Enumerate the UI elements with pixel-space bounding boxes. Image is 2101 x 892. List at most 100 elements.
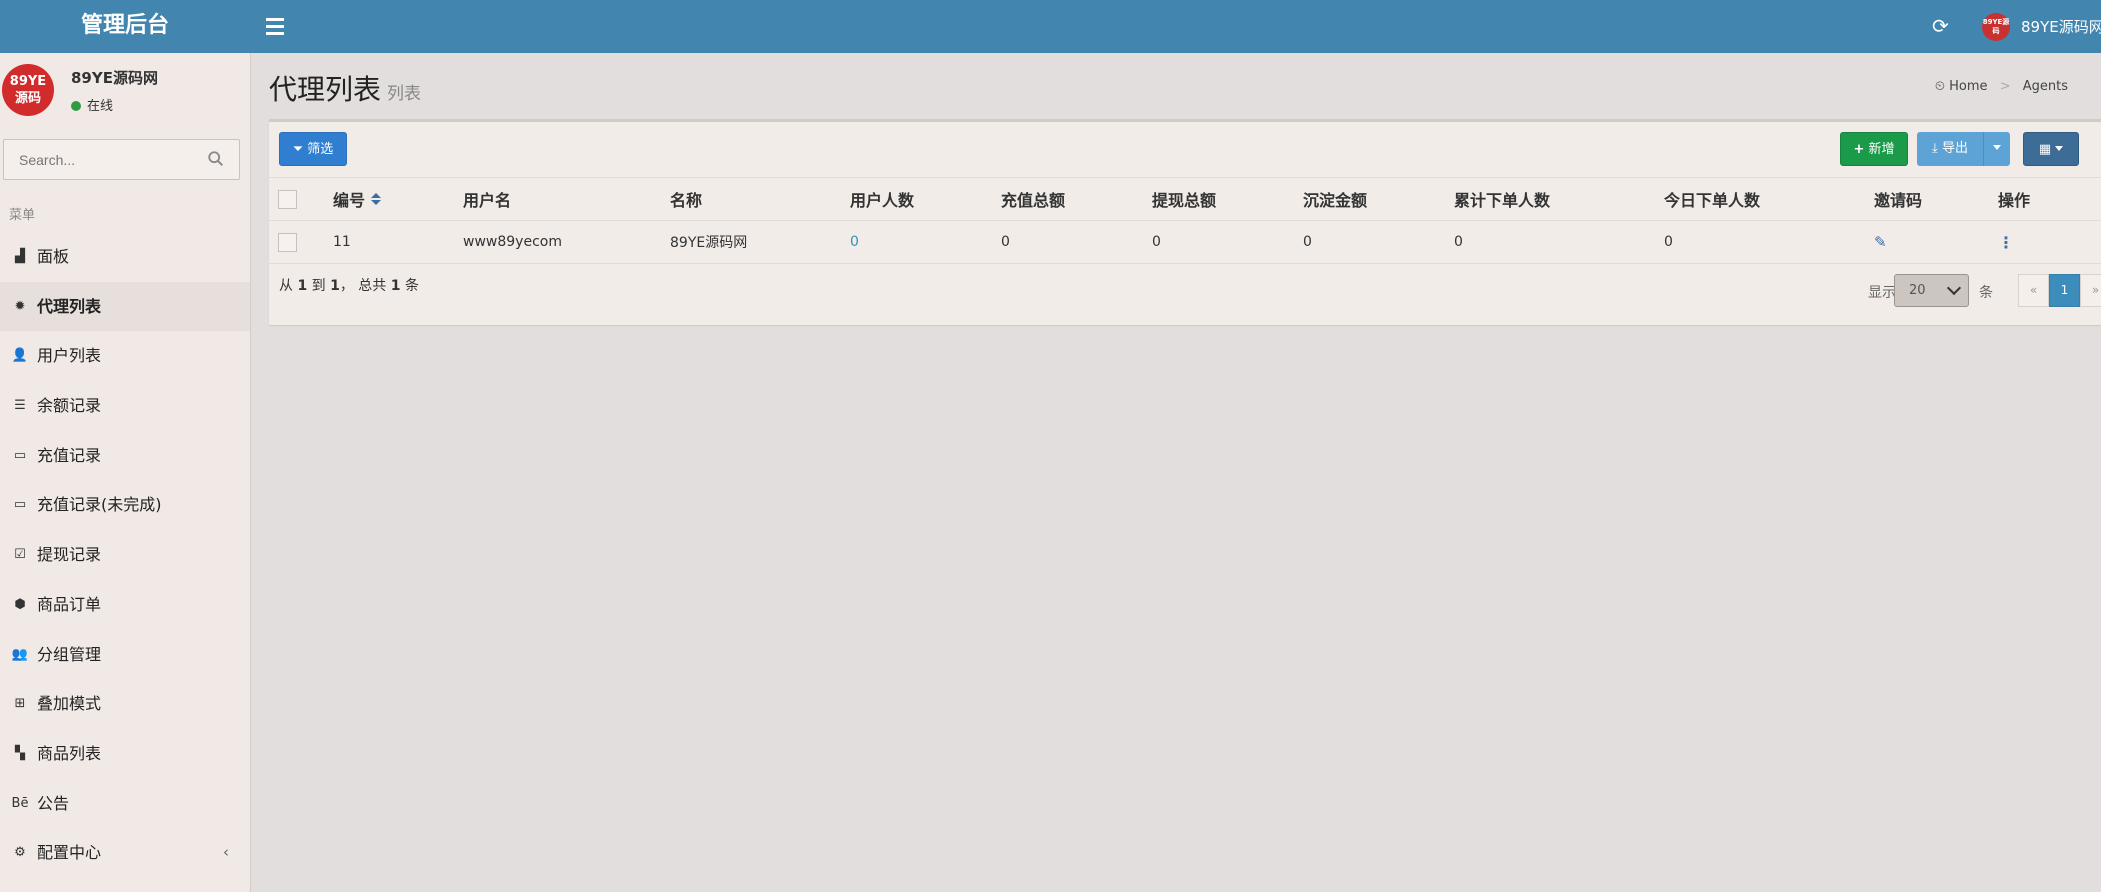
sidebar-search [3,139,240,180]
cell-user-count: 0 [850,220,1001,264]
column-header-id[interactable]: 编号 [333,177,463,221]
column-header-actions: 操作 [1998,177,2101,221]
sidebar-item-label: 用户列表 [37,346,102,366]
cell-actions: ⋮ [1998,220,2101,264]
users-icon: 👥 [11,646,29,662]
caret-down-icon [2055,146,2064,151]
column-header-withdraw-total: 提现总额 [1152,177,1303,221]
filter-icon: ⏷ [292,142,304,157]
sidebar-item-6[interactable]: ☑ 提现记录 [0,530,250,580]
sidebar-item-10[interactable]: ▚ 商品列表 [0,729,250,779]
sidebar-item-11[interactable]: Bē 公告 [0,779,250,829]
select-all-cell [269,177,333,221]
chevron-left-icon[interactable]: ‹ [223,828,229,877]
sidebar-item-5[interactable]: ▭ 充值记录(未完成) [0,480,250,530]
row-select-cell [269,220,333,264]
sort-icon[interactable] [371,193,382,205]
table-icon: ▦ [2038,142,2052,157]
column-header-username: 用户名 [463,177,670,221]
sidebar-item-1[interactable]: ✹ 代理列表 [0,281,250,332]
battery-empty-icon: ▭ [13,497,27,513]
pencil-icon[interactable]: ✎ [1874,233,1887,251]
gear-icon: ✹ [14,298,26,314]
brand-logo[interactable]: 管理后台 [0,0,250,53]
export-dropdown-toggle[interactable] [1983,132,2010,166]
more-vertical-icon[interactable]: ⋮ [1998,233,2014,252]
page-title: 代理列表 列表 [269,73,422,106]
column-header-deposit-amount: 沉淀金额 [1303,177,1454,221]
sidebar-item-0[interactable]: ▟ 面板 [0,232,250,282]
pagination-prev[interactable]: « [2018,274,2049,307]
caret-down-icon [1993,145,2001,150]
cube-icon: ⬢ [14,596,26,612]
sidebar-item-9[interactable]: ⊞ 叠加模式 [0,679,250,729]
online-dot-icon [71,101,81,111]
sidebar-item-label: 分组管理 [37,644,102,664]
row-checkbox[interactable] [278,232,297,252]
sidebar-item-label: 配置中心 [37,843,102,863]
breadcrumb-separator: > [1999,79,2011,94]
area-chart-icon: ▟ [15,249,25,264]
avatar[interactable]: 89YE源码 [1982,13,2010,41]
search-input[interactable] [4,140,199,179]
chart-icon: ▚ [15,745,25,761]
check-square-icon: ☑ [14,547,26,563]
sidebar-user-name: 89YE源码网 [71,69,158,87]
sidebar-item-12[interactable]: ⚙ 配置中心 ‹ [0,828,250,878]
cell-today-buyers: 0 [1664,220,1874,264]
cell-deposit-amount: 0 [1303,220,1454,264]
main-content: 代理列表 列表 ⏲ Home > Agents ⏷ 筛选 + 新增 ⤓ 导出 ▦ … [252,53,2101,892]
cell-recharge-total: 0 [1001,220,1152,264]
export-button[interactable]: ⤓ 导出 [1917,132,1983,166]
table-row: 11 www89yecom 89YE源码网 0 0 0 0 0 0 ✎ ⋮ [269,220,2101,264]
sidebar-toggle-icon[interactable] [266,14,284,38]
cell-username: www89yecom [463,220,670,264]
sidebar-item-label: 余额记录 [37,396,102,416]
refresh-icon[interactable]: ⟳ [1932,14,1949,38]
column-header-invite-code: 邀请码 [1874,177,1998,221]
sidebar-item-label: 充值记录(未完成) [37,495,162,515]
sidebar-item-4[interactable]: ▭ 充值记录 [0,431,250,481]
behance-icon: Bē [11,795,29,811]
sidebar-item-7[interactable]: ⬢ 商品订单 [0,580,250,630]
sidebar-item-label: 商品订单 [37,594,102,614]
sidebar-item-label: 商品列表 [37,743,102,763]
cogs-icon: ⚙ [14,845,26,861]
sidebar-item-2[interactable]: 👤 用户列表 [0,331,250,381]
pagination-page-1[interactable]: 1 [2049,274,2080,307]
page-size-label: 显示 [1868,285,1896,301]
breadcrumb-home[interactable]: Home [1949,79,1987,94]
cell-withdraw-total: 0 [1152,220,1303,264]
breadcrumb: ⏲ Home > Agents [1935,79,2068,94]
battery-full-icon: ▭ [13,447,27,463]
search-icon[interactable] [207,150,225,168]
page-size-select[interactable]: 20 [1894,274,1969,307]
dashboard-icon: ⏲ [1934,79,1946,94]
user-count-link[interactable]: 0 [850,234,859,250]
user-menu[interactable]: 89YE源码网 [2021,16,2101,37]
breadcrumb-current: Agents [2022,79,2068,94]
sidebar-item-3[interactable]: ☰ 余额记录 [0,381,250,431]
select-all-checkbox[interactable] [278,190,297,209]
agents-table: 编号 用户名 名称 用户人数 充值总额 提现总额 沉淀金额 累计下单人数 今日下… [269,177,2101,264]
sidebar-item-label: 公告 [37,793,70,813]
menu-header: 菜单 [9,208,36,223]
pagination-summary: 从 1 到 1， 总共 1 条 [279,278,419,294]
columns-toggle-button[interactable]: ▦ [2023,132,2079,166]
column-header-name: 名称 [670,177,850,221]
sidebar-item-label: 叠加模式 [37,694,102,714]
pagination-next[interactable]: » [2080,274,2101,307]
table-header-row: 编号 用户名 名称 用户人数 充值总额 提现总额 沉淀金额 累计下单人数 今日下… [269,177,2101,221]
list-icon: ☰ [14,398,26,414]
add-button[interactable]: + 新增 [1840,132,1908,166]
cell-name: 89YE源码网 [670,220,850,264]
filter-button[interactable]: ⏷ 筛选 [279,132,347,166]
column-header-user-count: 用户人数 [850,177,1001,221]
agents-panel: ⏷ 筛选 + 新增 ⤓ 导出 ▦ 编号 用户名 名称 用户人数 充值总额 提现总… [269,119,2101,325]
user-icon: 👤 [11,348,29,364]
chevron-down-icon [1946,280,1962,296]
column-header-recharge-total: 充值总额 [1001,177,1152,221]
download-icon: ⤓ [1932,141,1938,156]
sidebar-item-8[interactable]: 👥 分组管理 [0,630,250,680]
sidebar-item-label: 面板 [37,247,70,266]
